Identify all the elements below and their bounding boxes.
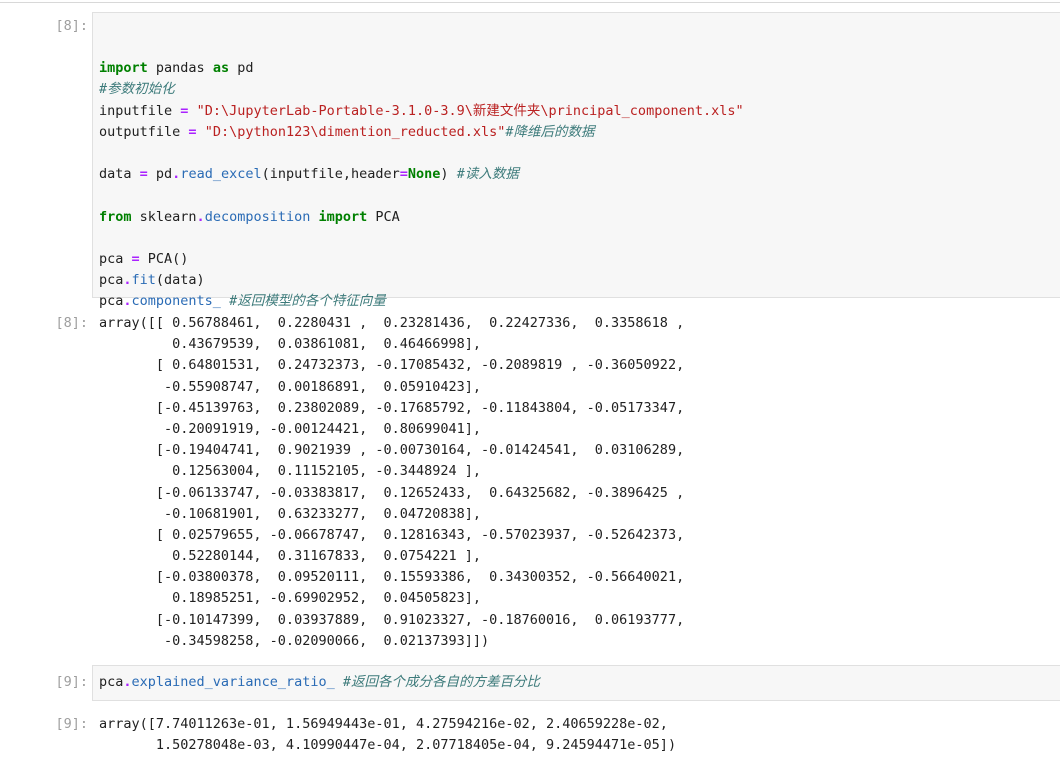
output-line: 1.50278048e-03, 4.10990447e-04, 2.077184…	[99, 737, 677, 754]
output-line: 0.18985251, -0.69902952, 0.04505823],	[99, 590, 482, 607]
attribute-token: fit	[131, 272, 156, 289]
output-line: 0.43679539, 0.03861081, 0.46466998],	[99, 336, 482, 353]
code-token: pd	[229, 60, 254, 77]
code-line: #参数初始化	[99, 79, 744, 100]
code-line: pca.fit(data)	[99, 270, 744, 291]
code-token: PCA()	[139, 250, 189, 267]
code-text[interactable]: import pandas as pd #参数初始化 inputfile = "D:…	[99, 37, 744, 312]
output-line: [-0.19404741, 0.9021939 , -0.00730164, -…	[99, 442, 685, 459]
code-text[interactable]: pca.explained_variance_ratio_ #返回各个成分各自的…	[99, 672, 540, 693]
string-token: "D:\JupyterLab-Portable-3.1.0-3.9\新建文件夹\…	[196, 102, 744, 119]
code-line: pca = PCA()	[99, 249, 744, 270]
string-token: "D:\python123\dimention_reducted.xls"	[204, 123, 506, 140]
output-line: -0.20091919, -0.00124421, 0.80699041],	[99, 420, 482, 437]
output-line: -0.10681901, 0.63233277, 0.04720838],	[99, 505, 482, 522]
code-line: inputfile = "D:\JupyterLab-Portable-3.1.…	[99, 101, 744, 122]
output-cell-8: [8]: array([[ 0.56788461, 0.2280431 , 0.…	[0, 300, 1060, 660]
output-prompt: [9]:	[55, 716, 88, 732]
code-token: PCA	[367, 208, 400, 225]
output-line: [ 0.02579655, -0.06678747, 0.12816343, -…	[99, 526, 685, 543]
keyword-token: as	[212, 60, 230, 77]
code-token: outputfile	[99, 123, 189, 140]
code-token: pca	[99, 272, 124, 289]
output-prompt: [8]:	[55, 315, 88, 331]
code-line: from sklearn.decomposition import PCA	[99, 207, 744, 228]
output-line: [-0.06133747, -0.03383817, 0.12652433, 0…	[99, 484, 685, 501]
output-line: array([7.74011263e-01, 1.56949443e-01, 4…	[99, 716, 668, 732]
keyword-token: None	[407, 166, 441, 183]
code-line: pca.explained_variance_ratio_ #返回各个成分各自的…	[99, 672, 540, 693]
code-cell-9[interactable]: [9]: pca.explained_variance_ratio_ #返回各个…	[0, 660, 1060, 704]
operator-token: .	[123, 674, 132, 690]
output-text: array([[ 0.56788461, 0.2280431 , 0.23281…	[99, 313, 684, 652]
operator-token: =	[399, 166, 408, 183]
attribute-token: read_excel	[180, 166, 262, 183]
code-cell-8[interactable]: [8]: import pandas as pd #参数初始化 inputfile …	[0, 0, 1060, 309]
output-line: [-0.03800378, 0.09520111, 0.15593386, 0.…	[99, 569, 685, 586]
operator-token: =	[139, 166, 148, 183]
attribute-token: decomposition	[204, 208, 311, 225]
output-line: 0.52280144, 0.31167833, 0.0754221 ],	[99, 548, 482, 565]
code-token: pca	[99, 674, 124, 690]
input-prompt: [8]:	[55, 18, 88, 34]
operator-token: =	[131, 250, 140, 267]
input-prompt: [9]:	[55, 674, 88, 690]
operator-token: .	[123, 272, 132, 289]
output-line: -0.34598258, -0.02090066, 0.02137393]])	[99, 632, 490, 649]
code-line: import pandas as pd	[99, 58, 744, 79]
comment-token: #返回各个成分各自的方差百分比	[342, 674, 541, 690]
output-text: array([7.74011263e-01, 1.56949443e-01, 4…	[99, 714, 676, 756]
code-line: outputfile = "D:\python123\dimention_red…	[99, 122, 744, 143]
code-token: (inputfile,header	[261, 166, 400, 183]
comment-token: #降维后的数据	[505, 123, 595, 140]
keyword-token: import	[99, 60, 148, 77]
output-line: [-0.10147399, 0.03937889, 0.91023327, -0…	[99, 611, 685, 628]
code-token: inputfile	[99, 102, 181, 119]
code-token: data	[99, 166, 140, 183]
code-token: pandas	[147, 60, 213, 77]
output-line: [-0.45139763, 0.23802089, -0.17685792, -…	[99, 399, 685, 416]
code-line: data = pd.read_excel(inputfile,header=No…	[99, 164, 744, 185]
keyword-token: from	[99, 208, 132, 225]
attribute-token: explained_variance_ratio_	[131, 674, 335, 690]
output-line: array([[ 0.56788461, 0.2280431 , 0.23281…	[99, 315, 685, 331]
code-token: )	[440, 166, 457, 183]
output-line: [ 0.64801531, 0.24732373, -0.17085432, -…	[99, 357, 685, 374]
code-token: pd	[147, 166, 173, 183]
code-token: pca	[99, 250, 132, 267]
operator-token: .	[196, 208, 205, 225]
notebook-page: [8]: import pandas as pd #参数初始化 inputfile …	[0, 0, 1060, 764]
comment-token: #读入数据	[456, 166, 519, 183]
output-line: -0.55908747, 0.00186891, 0.05910423],	[99, 378, 482, 395]
output-cell-9: [9]: array([7.74011263e-01, 1.56949443e-…	[0, 704, 1060, 764]
code-token: (data)	[155, 272, 205, 289]
code-token: sklearn	[131, 208, 197, 225]
operator-token: =	[188, 123, 197, 140]
output-line: 0.12563004, 0.11152105, -0.3448924 ],	[99, 463, 482, 480]
keyword-token: import	[318, 208, 368, 225]
comment-token: #参数初始化	[99, 81, 175, 98]
